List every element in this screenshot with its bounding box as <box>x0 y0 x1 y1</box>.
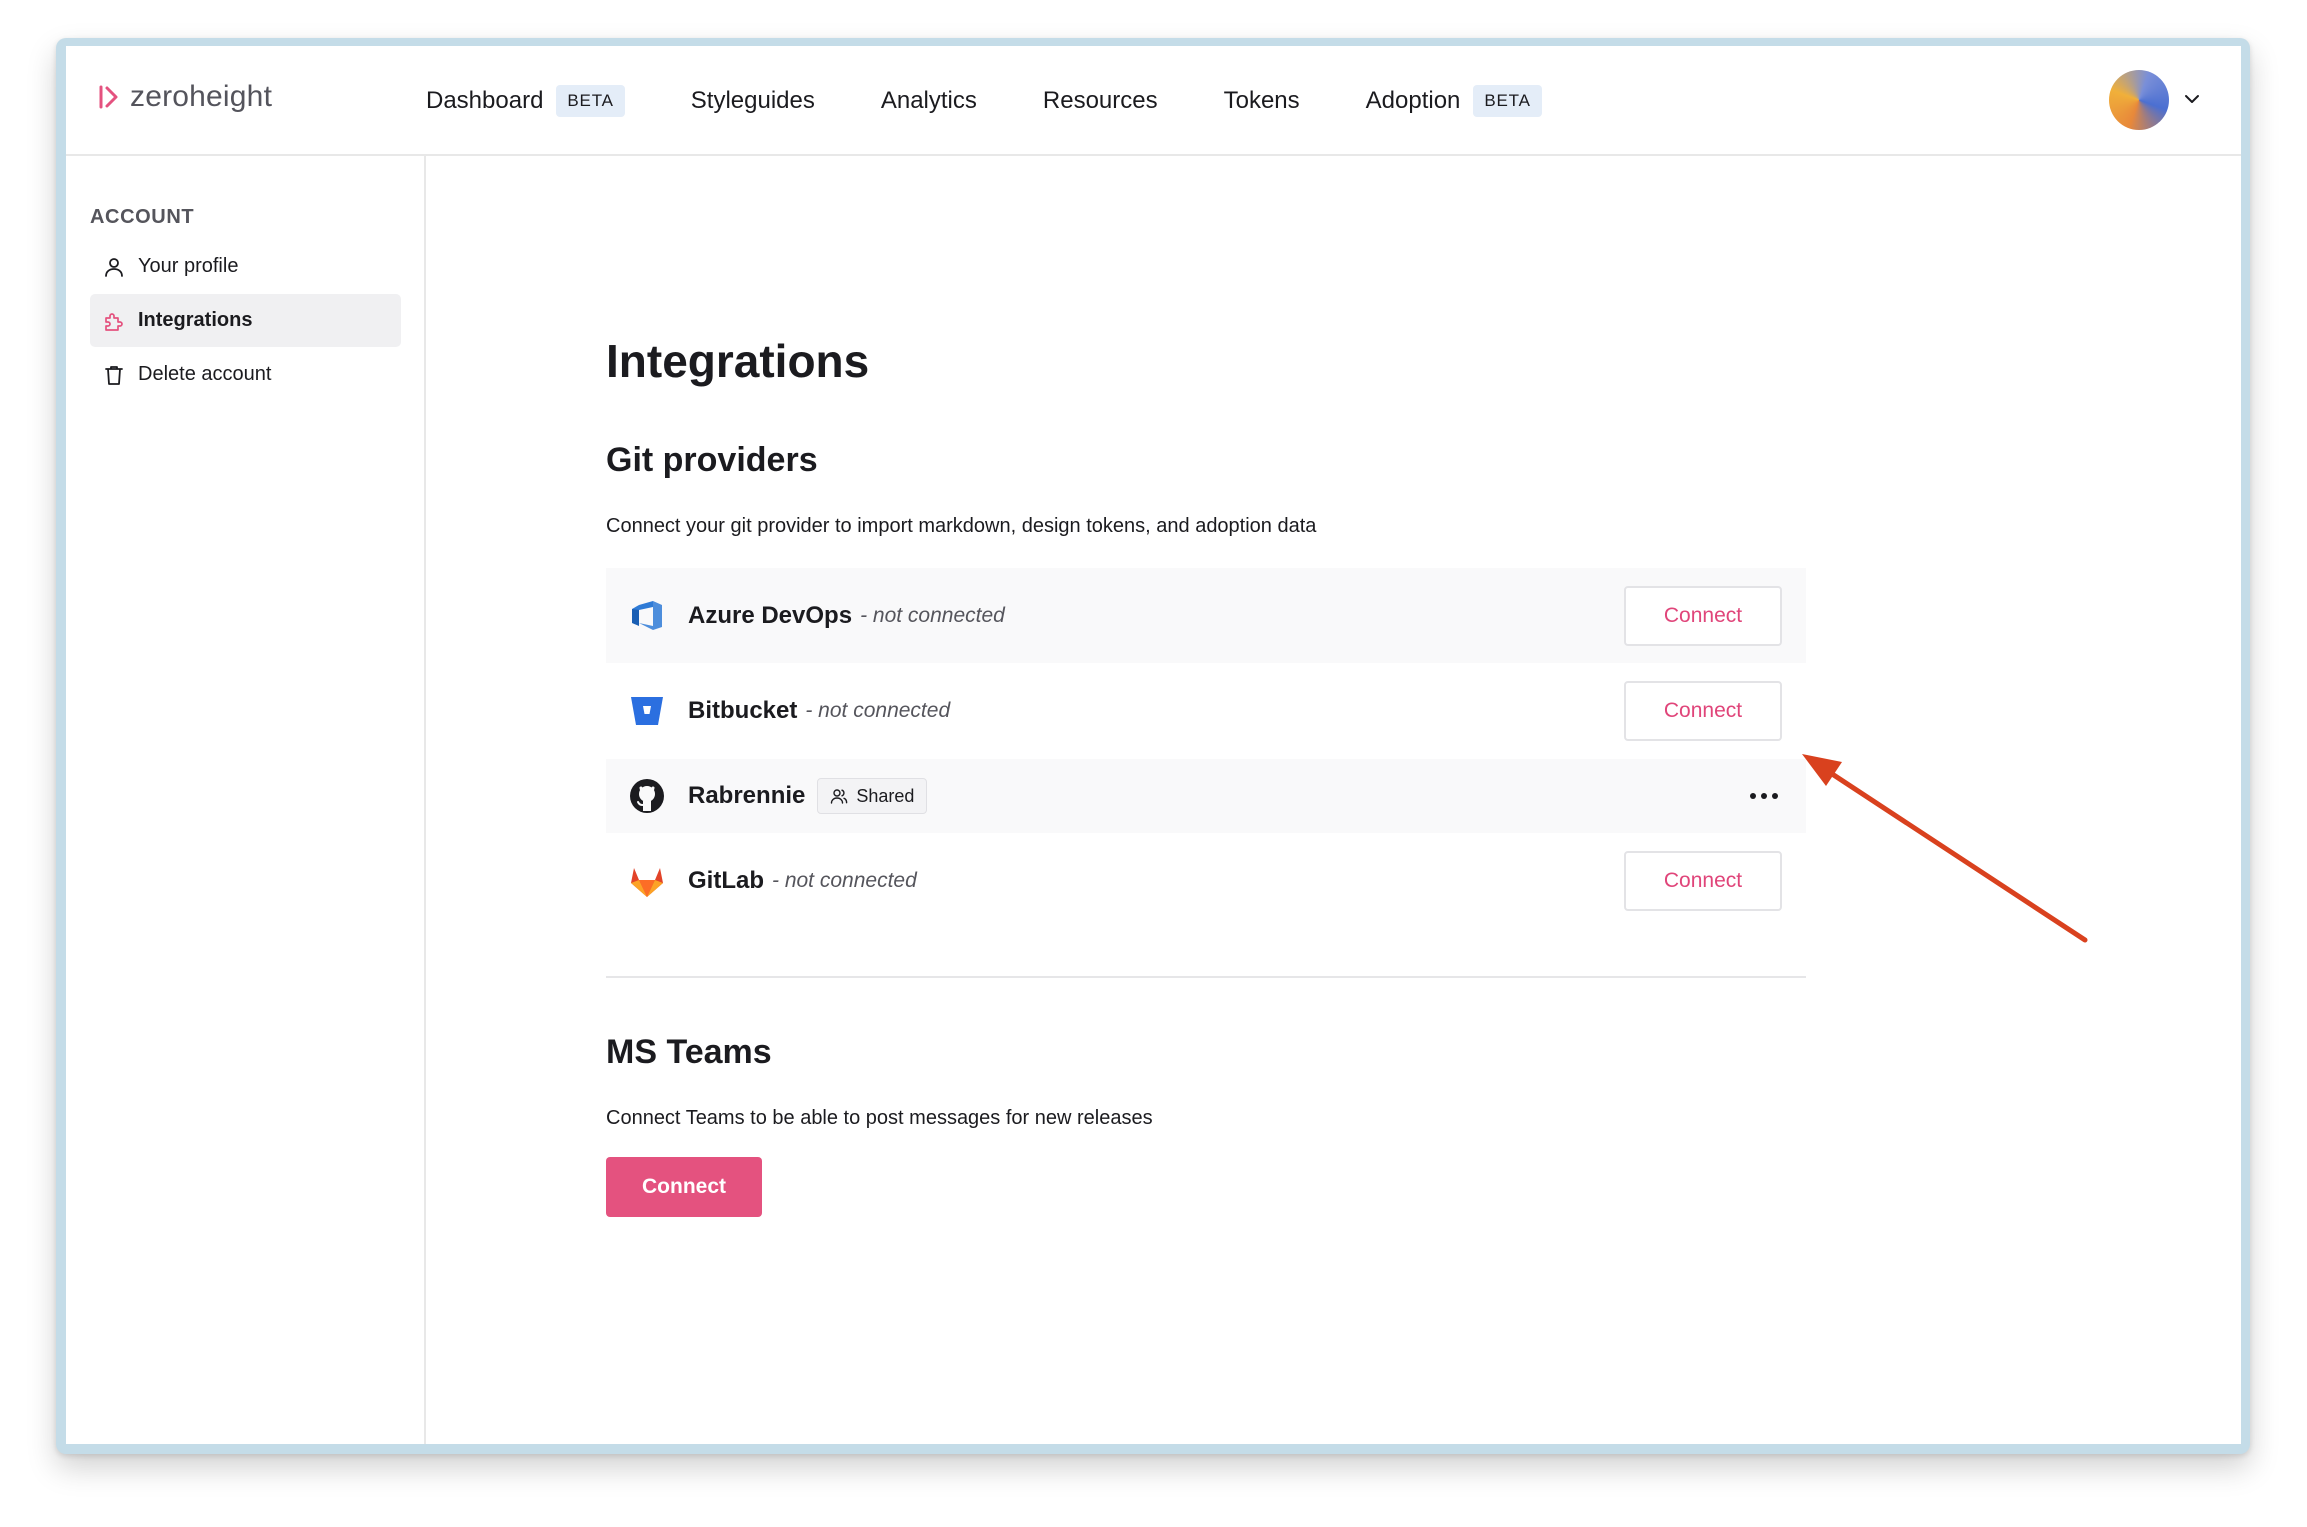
provider-row-gitlab: GitLab - not connected Connect <box>606 833 1806 928</box>
provider-row-github: Rabrennie Shared <box>606 759 1806 833</box>
nav-item-resources[interactable]: Resources <box>1043 87 1158 115</box>
beta-badge: BETA <box>1473 85 1542 117</box>
nav-item-label: Tokens <box>1223 87 1300 114</box>
main-nav: Dashboard BETA Styleguides Analytics Res… <box>426 46 1608 156</box>
nav-item-analytics[interactable]: Analytics <box>881 87 977 115</box>
git-providers-description: Connect your git provider to import mark… <box>606 515 1317 537</box>
nav-item-label: Styleguides <box>690 87 815 114</box>
zeroheight-logo-icon <box>99 85 118 109</box>
nav-item-styleguides[interactable]: Styleguides <box>691 87 815 115</box>
nav-item-dashboard[interactable]: Dashboard BETA <box>426 85 625 117</box>
provider-name: GitLab <box>688 866 764 894</box>
section-divider <box>606 976 1806 978</box>
nav-item-label: Dashboard <box>426 87 544 114</box>
nav-item-adoption[interactable]: Adoption BETA <box>1366 85 1542 117</box>
sidebar-header: ACCOUNT <box>90 206 195 228</box>
bitbucket-icon <box>631 697 663 725</box>
sidebar-item-integrations[interactable]: Integrations <box>90 294 401 347</box>
provider-name: Rabrennie <box>688 782 806 809</box>
nav-item-label: Resources <box>1042 87 1158 114</box>
nav-item-label: Analytics <box>880 87 977 114</box>
top-navigation-bar: zeroheight Dashboard BETA Styleguides An… <box>66 46 2241 156</box>
account-sidebar: ACCOUNT Your profile Integrations Delete… <box>66 156 426 1444</box>
gitlab-icon <box>631 867 663 897</box>
sidebar-item-delete-account[interactable]: Delete account <box>90 348 401 401</box>
page-title: Integrations <box>606 335 870 387</box>
logo-text: zeroheight <box>130 80 273 113</box>
more-options-button[interactable] <box>1746 778 1782 814</box>
provider-status: - not connected <box>860 603 1005 627</box>
beta-badge: BETA <box>556 85 625 117</box>
provider-status: - not connected <box>805 699 951 722</box>
connect-bitbucket-button[interactable]: Connect <box>1624 681 1782 741</box>
trash-icon <box>105 365 123 385</box>
git-providers-heading: Git providers <box>606 441 818 479</box>
shared-badge-label: Shared <box>856 785 915 806</box>
ms-teams-heading: MS Teams <box>606 1033 772 1071</box>
connect-gitlab-button[interactable]: Connect <box>1624 850 1782 911</box>
user-icon <box>105 257 123 277</box>
connect-ms-teams-button[interactable]: Connect <box>606 1157 762 1217</box>
github-icon <box>630 779 664 813</box>
shared-badge: Shared <box>817 778 928 814</box>
sidebar-item-label: Delete account <box>138 363 272 385</box>
zeroheight-logo[interactable]: zeroheight <box>98 80 272 114</box>
sidebar-item-label: Your profile <box>138 255 239 277</box>
more-horizontal-icon <box>1750 793 1778 799</box>
connect-azure-devops-button[interactable]: Connect <box>1624 585 1782 646</box>
provider-row-bitbucket: Bitbucket - not connected Connect <box>606 663 1806 759</box>
sidebar-item-label: Integrations <box>138 309 253 331</box>
users-icon <box>831 789 848 804</box>
nav-item-tokens[interactable]: Tokens <box>1224 87 1300 115</box>
provider-status: - not connected <box>772 868 917 892</box>
ms-teams-description: Connect Teams to be able to post message… <box>606 1107 1153 1129</box>
provider-name: Azure DevOps <box>688 601 853 629</box>
provider-name: Bitbucket <box>688 697 798 724</box>
provider-row-azure-devops: Azure DevOps - not connected Connect <box>606 568 1806 663</box>
chevron-down-icon[interactable] <box>2181 88 2203 110</box>
sidebar-item-your-profile[interactable]: Your profile <box>90 240 401 293</box>
app-window: zeroheight Dashboard BETA Styleguides An… <box>66 46 2241 1444</box>
puzzle-icon <box>105 312 123 331</box>
user-avatar[interactable] <box>2109 70 2169 130</box>
azure-devops-icon <box>632 600 662 630</box>
nav-item-label: Adoption <box>1365 87 1461 114</box>
